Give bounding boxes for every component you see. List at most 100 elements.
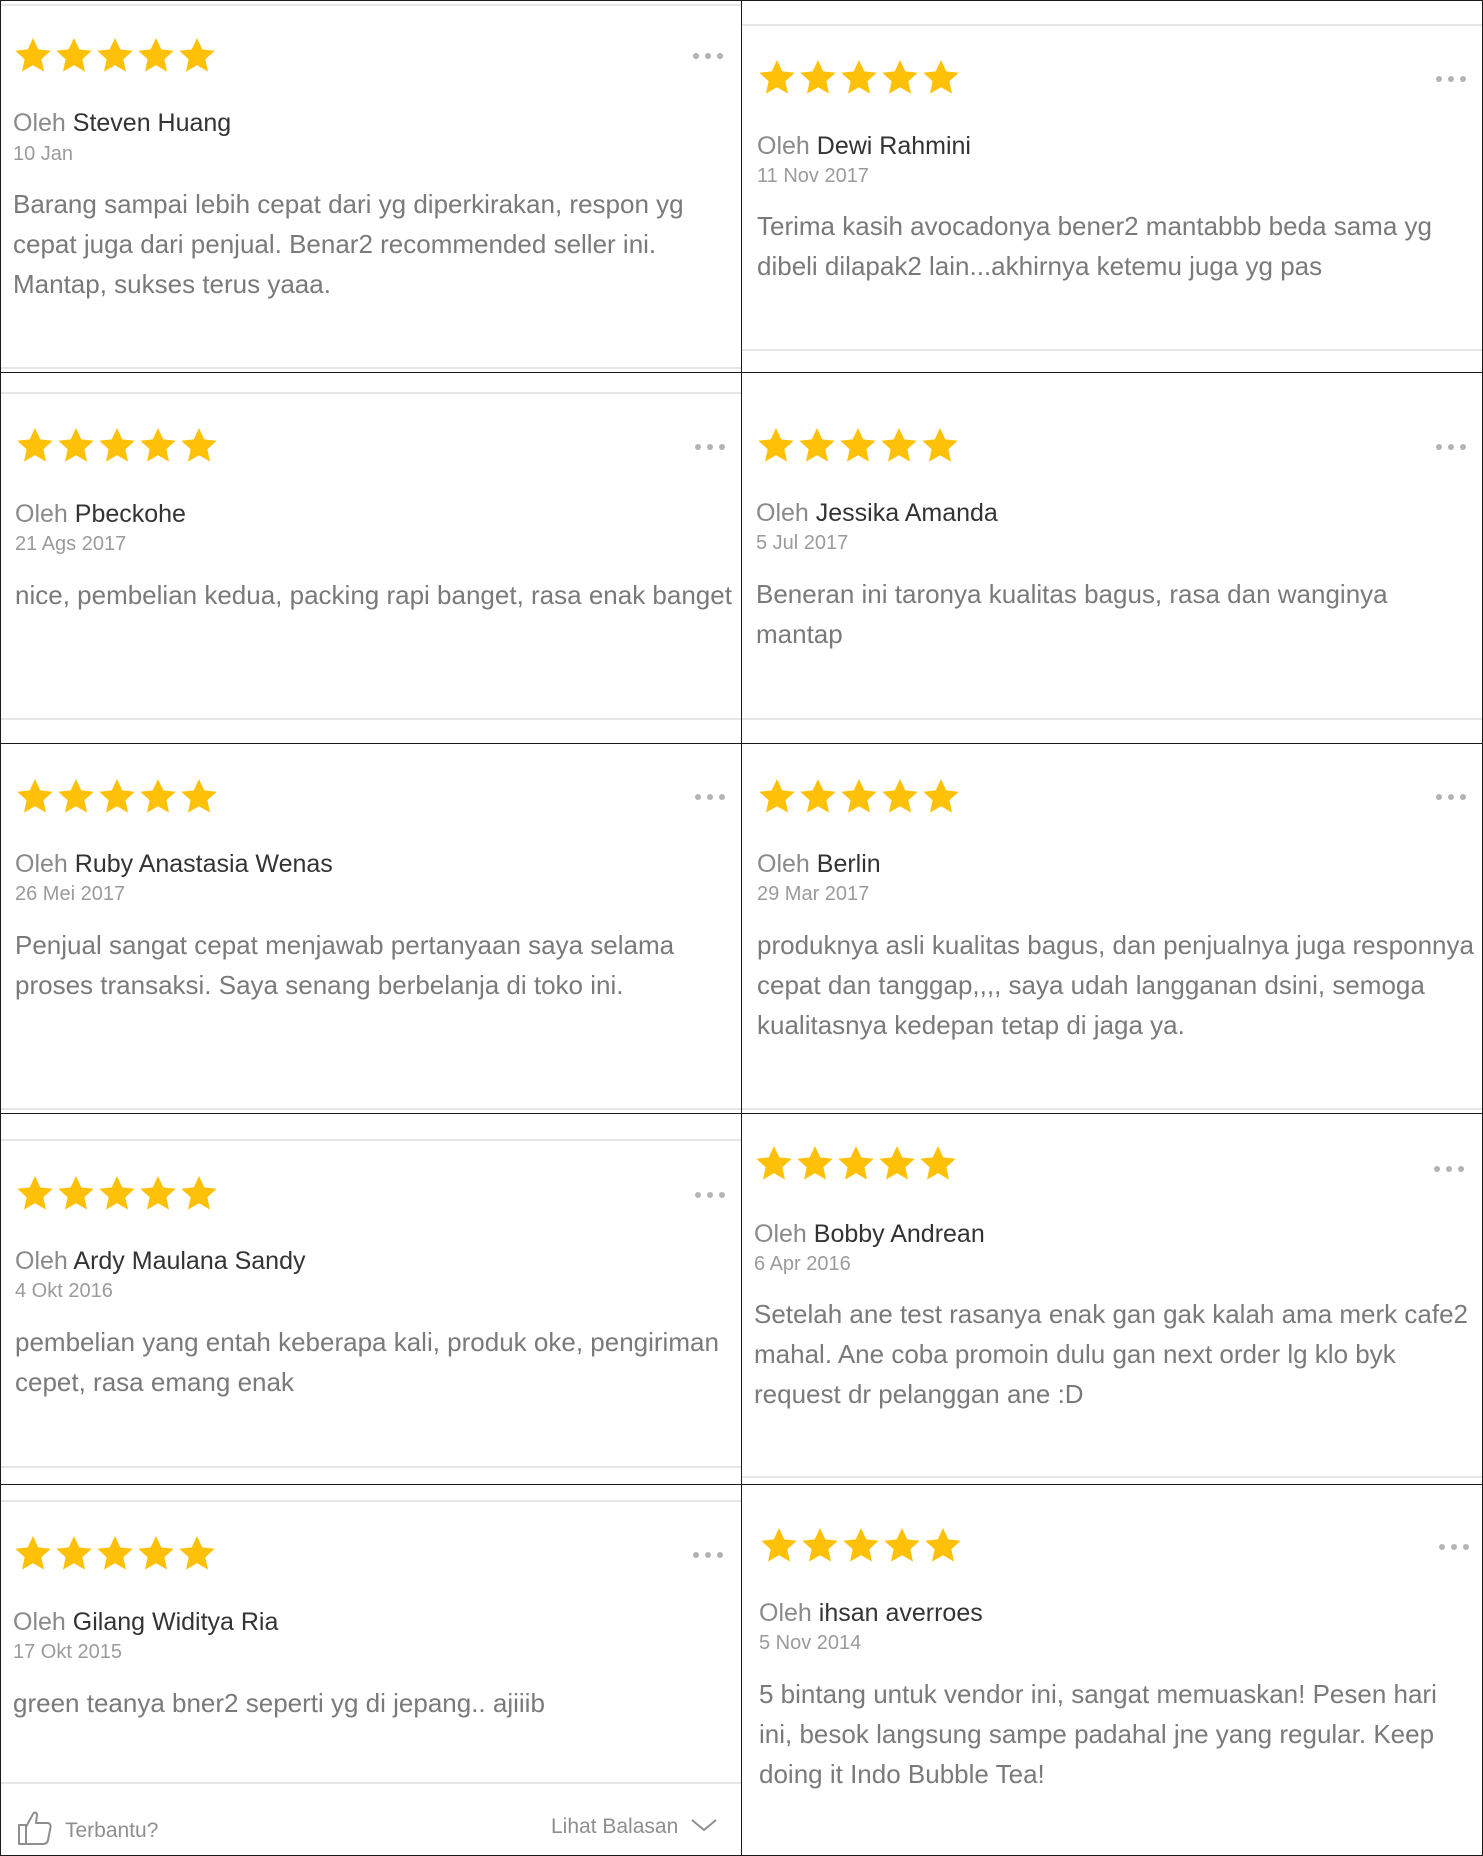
star-filled-icon [140, 428, 176, 462]
author-name[interactable]: Steven Huang [73, 109, 231, 137]
review-text: pembelian yang entah keberapa kali, prod… [15, 1327, 719, 1397]
more-options-icon[interactable] [1436, 792, 1466, 802]
more-options-icon[interactable] [1436, 442, 1466, 452]
review-author: Oleh Berlin [757, 850, 881, 878]
more-options-icon[interactable] [1439, 1542, 1469, 1552]
author-name[interactable]: Dewi Rahmini [817, 132, 971, 160]
more-options-icon[interactable] [695, 792, 725, 802]
view-replies-label: Lihat Balasan [551, 1815, 679, 1838]
divider [1, 1466, 741, 1468]
star-filled-icon [140, 779, 176, 813]
star-filled-icon [138, 38, 174, 72]
review-card: Oleh Gilang Widitya Ria 17 Okt 2015 gree… [0, 1484, 742, 1856]
star-rating [15, 426, 219, 466]
author-name[interactable]: Pbeckohe [75, 500, 186, 528]
review-date: 26 Mei 2017 [15, 883, 126, 905]
review-card: Oleh ihsan averroes 5 Nov 2014 5 bintang… [741, 1484, 1483, 1856]
star-filled-icon [58, 1176, 94, 1210]
review-author: Oleh Dewi Rahmini [757, 132, 971, 160]
star-filled-icon [17, 1176, 53, 1210]
divider [742, 718, 1482, 720]
star-filled-icon [56, 1536, 92, 1570]
star-filled-icon [925, 1528, 961, 1562]
star-filled-icon [882, 60, 918, 94]
review-text: green teanya bner2 seperti yg di jepang.… [13, 1688, 545, 1718]
star-filled-icon [179, 1536, 215, 1570]
more-options-icon[interactable] [1434, 1164, 1464, 1174]
star-filled-icon [802, 1528, 838, 1562]
review-author: Oleh Gilang Widitya Ria [13, 1608, 279, 1636]
star-filled-icon [17, 428, 53, 462]
star-filled-icon [761, 1528, 797, 1562]
review-date: 5 Jul 2017 [756, 532, 849, 554]
star-filled-icon [56, 38, 92, 72]
star-filled-icon [58, 428, 94, 462]
star-filled-icon [800, 60, 836, 94]
review-date: 10 Jan [13, 143, 74, 165]
star-filled-icon [97, 38, 133, 72]
star-rating [15, 1174, 219, 1214]
divider [742, 349, 1482, 351]
star-filled-icon [99, 1176, 135, 1210]
review-text: Setelah ane test rasanya enak gan gak ka… [754, 1299, 1468, 1409]
review-text: nice, pembelian kedua, packing rapi bang… [15, 580, 732, 610]
divider [742, 24, 1482, 26]
author-name[interactable]: Gilang Widitya Ria [73, 1608, 279, 1636]
review-text: Beneran ini taronya kualitas bagus, rasa… [756, 579, 1388, 649]
star-filled-icon [15, 38, 51, 72]
divider [1, 1500, 741, 1502]
star-filled-icon [923, 60, 959, 94]
review-text: 5 bintang untuk vendor ini, sangat memua… [759, 1679, 1437, 1789]
review-text: Barang sampai lebih cepat dari yg diperk… [13, 189, 684, 299]
thumbs-up-icon [15, 1808, 55, 1854]
star-filled-icon [882, 779, 918, 813]
more-options-icon[interactable] [695, 1190, 725, 1200]
star-filled-icon [140, 1176, 176, 1210]
star-filled-icon [756, 1146, 792, 1180]
author-name[interactable]: Ruby Anastasia Wenas [75, 850, 333, 878]
review-date: 21 Ags 2017 [15, 533, 127, 555]
star-filled-icon [181, 428, 217, 462]
star-rating [757, 777, 961, 817]
star-filled-icon [838, 1146, 874, 1180]
review-date: 6 Apr 2016 [754, 1253, 851, 1275]
helpful-button[interactable]: Terbantu? [15, 1808, 158, 1854]
star-filled-icon [758, 428, 794, 462]
review-author: Oleh Pbeckohe [15, 500, 186, 528]
review-date: 11 Nov 2017 [757, 165, 869, 187]
star-filled-icon [181, 1176, 217, 1210]
more-options-icon[interactable] [1436, 74, 1466, 84]
review-card: Oleh Jessika Amanda 5 Jul 2017 Beneran i… [741, 372, 1483, 744]
star-rating [13, 36, 217, 76]
review-card: Oleh Dewi Rahmini 11 Nov 2017 Terima kas… [741, 0, 1483, 373]
more-options-icon[interactable] [695, 442, 725, 452]
review-author: Oleh Ruby Anastasia Wenas [15, 850, 333, 878]
review-author: Oleh Steven Huang [13, 109, 232, 137]
helpful-label: Terbantu? [65, 1819, 159, 1842]
review-date: 29 Mar 2017 [757, 883, 870, 905]
divider [1, 1108, 741, 1110]
author-name[interactable]: Bobby Andrean [814, 1220, 985, 1248]
star-rating [757, 58, 961, 98]
review-text: Penjual sangat cepat menjawab pertanyaan… [15, 930, 675, 1000]
more-options-icon[interactable] [693, 51, 723, 61]
view-replies-button[interactable]: Lihat Balasan [551, 1815, 718, 1839]
author-name[interactable]: Ardy Maulana Sandy [73, 1247, 305, 1275]
star-filled-icon [759, 60, 795, 94]
divider [1, 1782, 741, 1784]
more-options-icon[interactable] [693, 1550, 723, 1560]
review-date: 5 Nov 2014 [759, 1632, 862, 1654]
author-name[interactable]: ihsan averroes [819, 1599, 983, 1627]
star-filled-icon [879, 1146, 915, 1180]
review-card: Oleh Bobby Andrean 6 Apr 2016 Setelah an… [741, 1113, 1483, 1485]
star-filled-icon [17, 779, 53, 813]
author-name[interactable]: Berlin [817, 850, 881, 878]
divider [1, 1139, 741, 1141]
review-author: Oleh Jessika Amanda [756, 499, 998, 527]
author-name[interactable]: Jessika Amanda [816, 499, 998, 527]
review-text: produknya asli kualitas bagus, dan penju… [757, 930, 1474, 1040]
star-filled-icon [99, 779, 135, 813]
star-rating [756, 426, 960, 466]
star-filled-icon [99, 428, 135, 462]
star-filled-icon [759, 779, 795, 813]
